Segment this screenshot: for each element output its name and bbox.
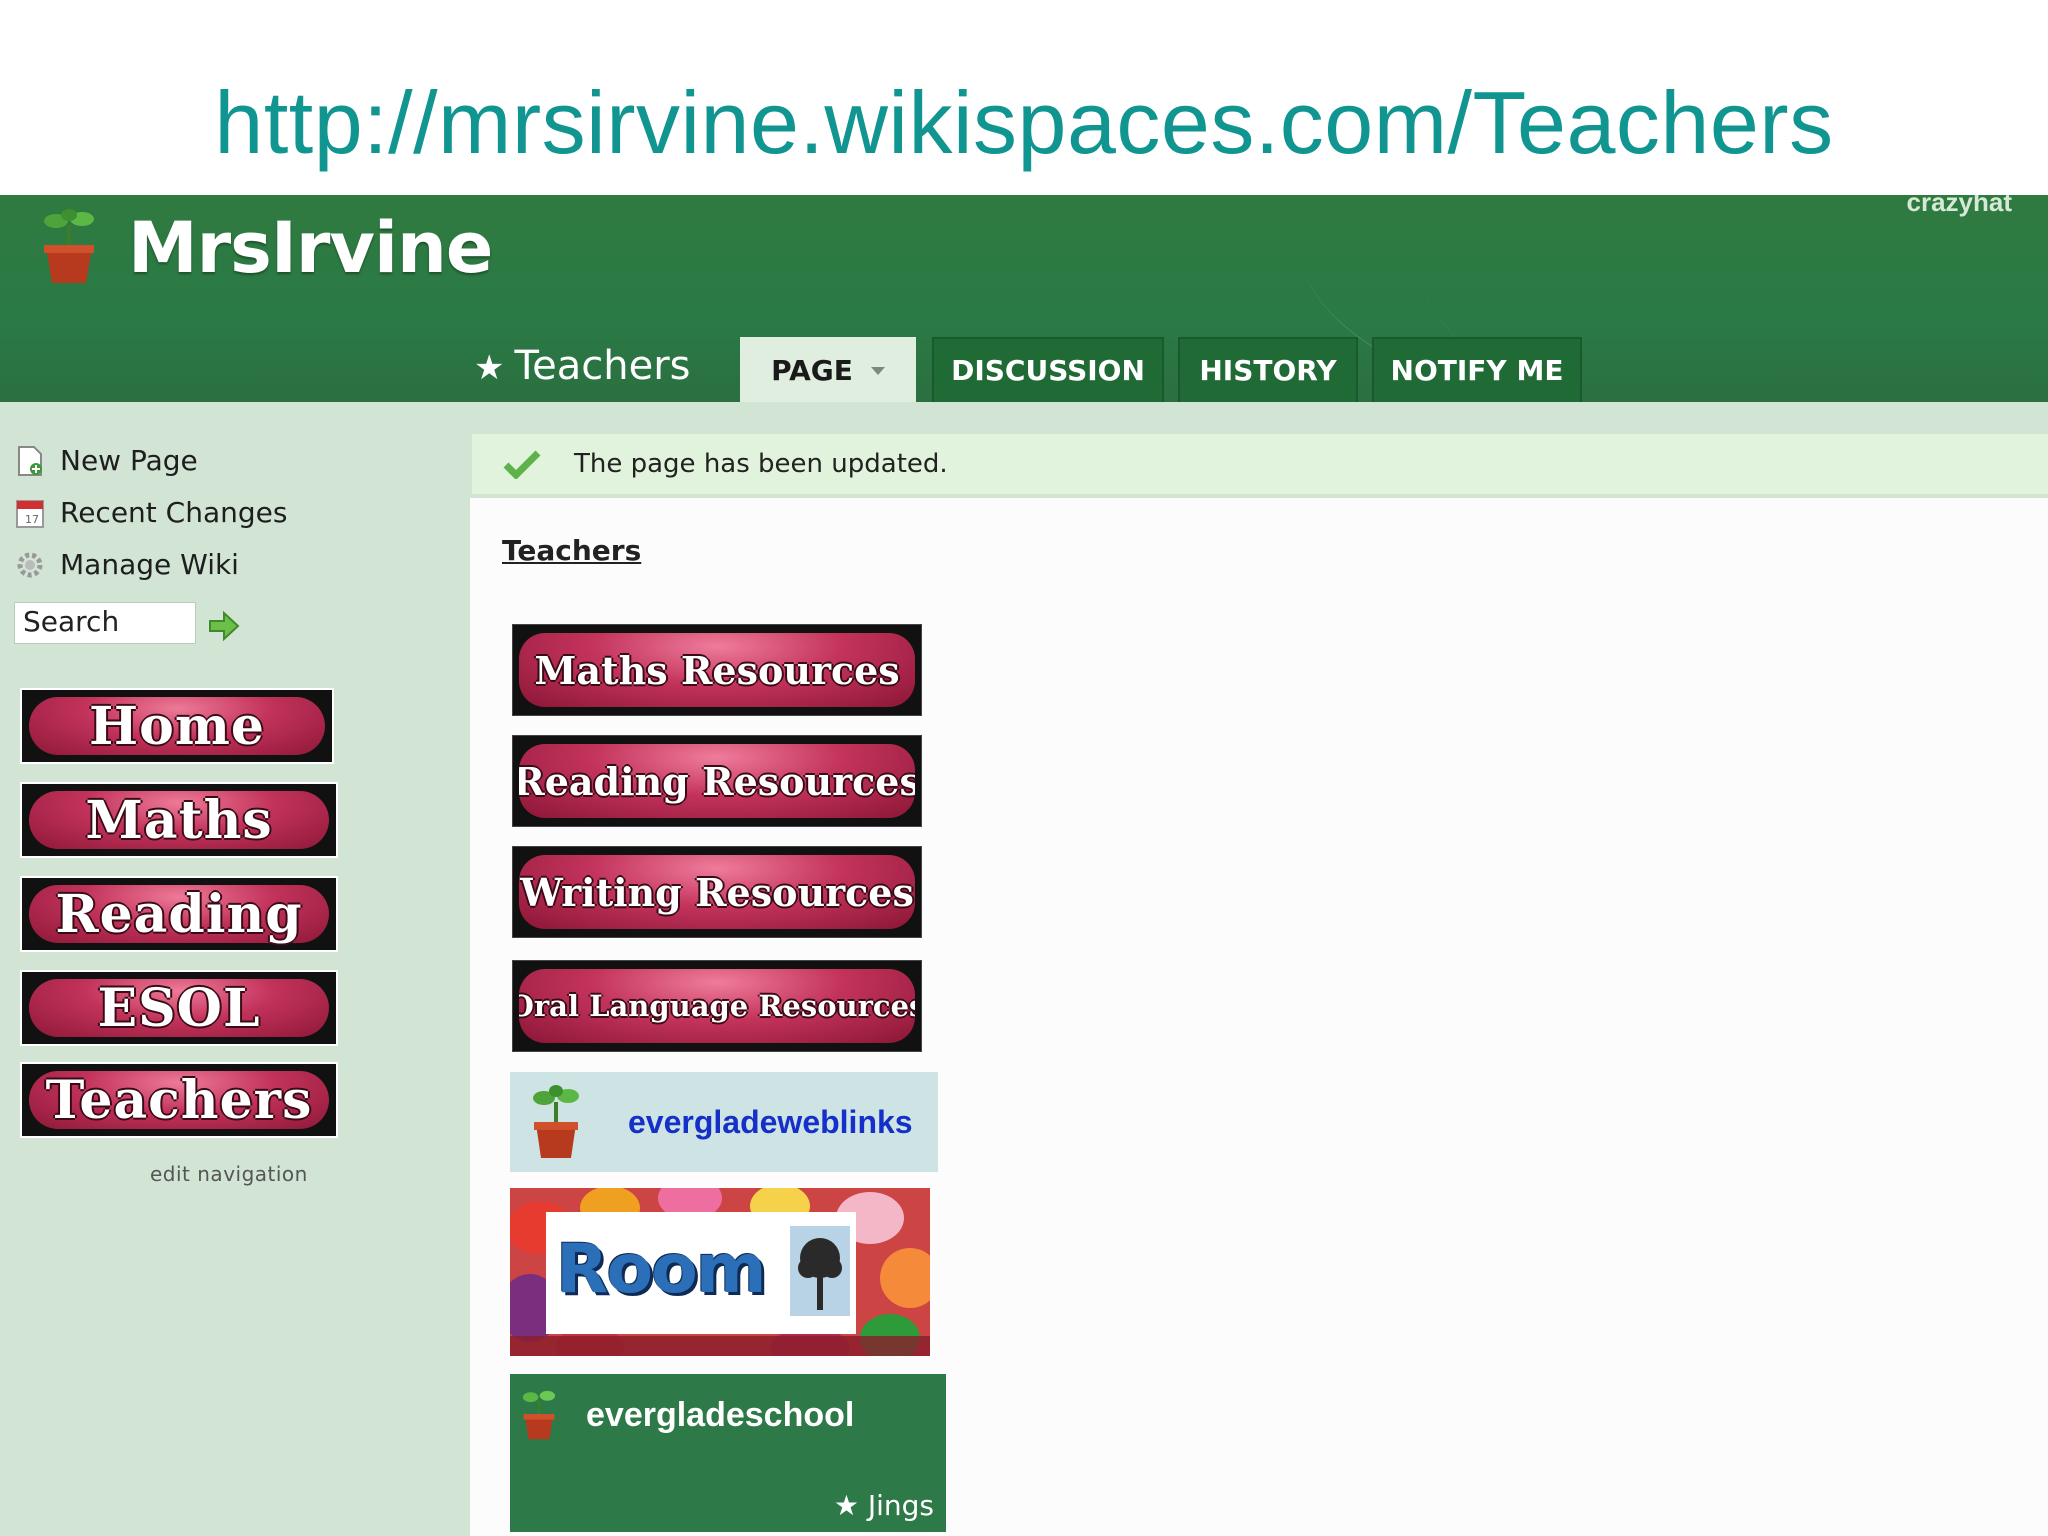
wiki-name[interactable]: MrsIrvine <box>128 207 493 289</box>
update-notice: The page has been updated. <box>472 434 2048 494</box>
nav-button-teachers-label: Teachers <box>29 1070 329 1131</box>
svg-text:17: 17 <box>25 513 39 526</box>
nav-button-reading[interactable]: Reading <box>20 876 338 952</box>
plant-pot-icon <box>533 1085 579 1158</box>
nav-button-maths-label: Maths <box>29 790 329 851</box>
checkmark-icon <box>503 450 541 479</box>
tab-page[interactable]: PAGE <box>740 337 916 402</box>
chevron-down-icon <box>870 366 885 375</box>
nav-button-esol-label: ESOL <box>29 978 329 1039</box>
wiki-header: crazyhat MrsIrvine ★ Teachers PAGE DISCUS… <box>0 195 2048 402</box>
nav-button-teachers[interactable]: Teachers <box>20 1062 338 1138</box>
slide-title: http://mrsirvine.wikispaces.com/Teachers <box>214 73 1834 172</box>
tab-history-label: HISTORY <box>1199 354 1337 387</box>
page-title-text: Teachers <box>514 343 691 389</box>
room-2-banner[interactable]: Room 2 <box>510 1188 930 1356</box>
gear-icon <box>17 552 43 577</box>
page-content: Teachers Maths Resources Reading Resourc… <box>470 498 2048 1536</box>
user-name-link[interactable]: crazyhat <box>1907 195 2013 218</box>
content-heading: Teachers <box>502 534 642 567</box>
everglade-weblinks-link[interactable]: evergladeweblinks <box>510 1072 938 1172</box>
new-page-icon <box>18 445 42 476</box>
arrow-right-icon[interactable] <box>206 608 242 644</box>
edit-navigation-link[interactable]: edit navigation <box>150 1162 308 1186</box>
reading-resources-button[interactable]: Reading Resources <box>512 735 922 827</box>
everglade-weblinks-label: evergladeweblinks <box>628 1103 913 1140</box>
tree-icon <box>790 1226 850 1316</box>
nav-button-maths[interactable]: Maths <box>20 782 338 858</box>
oral-language-resources-label: Oral Language Resources <box>519 969 915 1043</box>
everglade-school-label: evergladeschool <box>586 1396 855 1434</box>
nav-button-reading-label: Reading <box>29 884 329 945</box>
writing-resources-button[interactable]: Writing Resources <box>512 846 922 938</box>
writing-resources-label: Writing Resources <box>519 855 915 929</box>
tab-notify-me-label: NOTIFY ME <box>1390 354 1564 387</box>
tab-history[interactable]: HISTORY <box>1178 337 1358 402</box>
new-page-label: New Page <box>60 444 198 477</box>
new-page-link[interactable]: New Page <box>14 444 198 477</box>
plant-pot-logo-icon <box>44 209 94 283</box>
room-2-strip <box>510 1336 930 1356</box>
room-2-card: Room 2 <box>546 1212 856 1334</box>
nav-button-esol[interactable]: ESOL <box>20 970 338 1046</box>
oral-language-resources-button[interactable]: Oral Language Resources <box>512 960 922 1052</box>
nav-button-home-label: Home <box>29 696 325 757</box>
calendar-icon: 17 <box>16 499 44 528</box>
page-title: ★ Teachers <box>474 343 690 389</box>
tab-page-label: PAGE <box>771 354 853 387</box>
update-notice-text: The page has been updated. <box>574 449 948 479</box>
jings-label: ★ Jings <box>833 1489 934 1522</box>
manage-wiki-link[interactable]: Manage Wiki <box>14 548 239 581</box>
sidebar: New Page 17 Recent Changes Manage Wiki S… <box>0 402 460 1536</box>
tab-discussion[interactable]: DISCUSSION <box>932 337 1164 402</box>
star-icon[interactable]: ★ <box>474 348 504 388</box>
nav-button-home[interactable]: Home <box>20 688 334 764</box>
plant-pot-icon <box>522 1390 556 1440</box>
search-input[interactable]: Search <box>14 602 196 644</box>
recent-changes-link[interactable]: 17 Recent Changes <box>14 496 287 529</box>
maths-resources-button[interactable]: Maths Resources <box>512 624 922 716</box>
maths-resources-label: Maths Resources <box>519 633 915 707</box>
tab-discussion-label: DISCUSSION <box>951 354 1145 387</box>
everglade-school-link[interactable]: evergladeschool ★ Jings <box>510 1374 946 1532</box>
recent-changes-label: Recent Changes <box>60 496 288 529</box>
manage-wiki-label: Manage Wiki <box>60 548 239 581</box>
reading-resources-label: Reading Resources <box>519 744 915 818</box>
tab-notify-me[interactable]: NOTIFY ME <box>1372 337 1582 402</box>
